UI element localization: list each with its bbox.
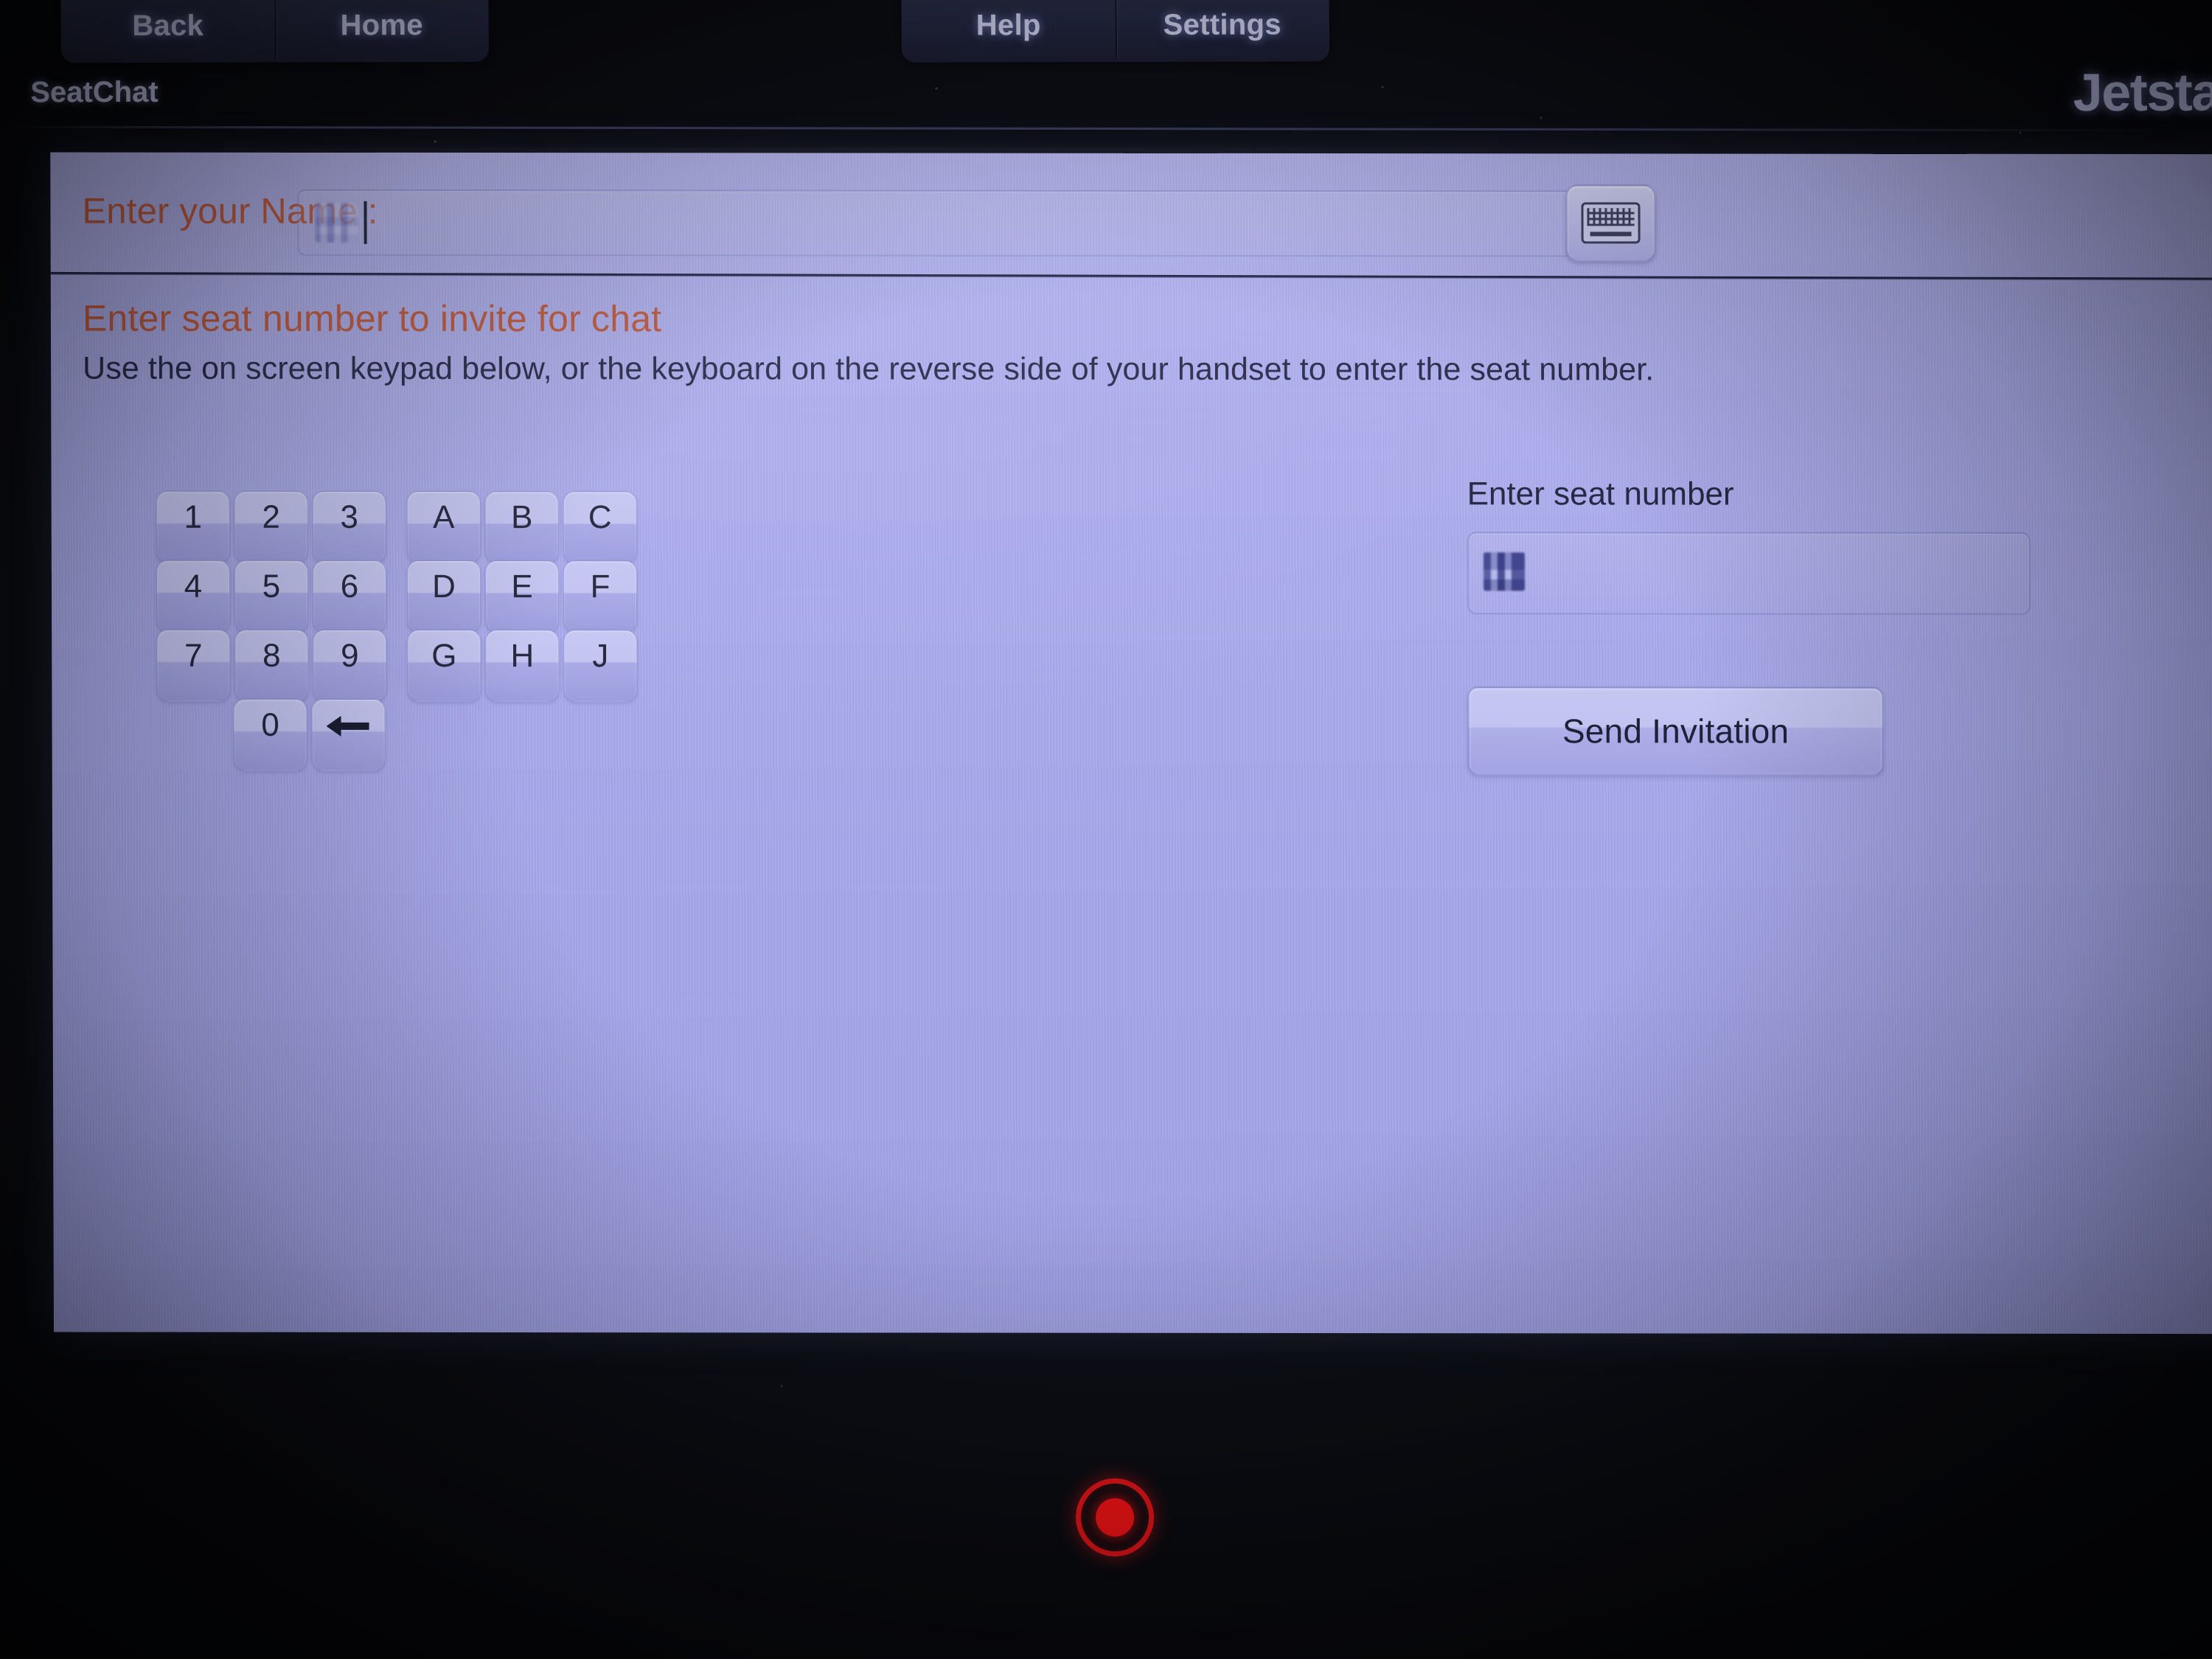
key-b-label: B (510, 499, 533, 536)
key-j-label: J (592, 638, 609, 675)
name-entry-row: Enter your Name : (50, 153, 2212, 276)
back-button-label: Back (132, 9, 204, 42)
key-2-label: 2 (262, 498, 281, 535)
keypad-row-3: 7 8 9 G H J (156, 629, 641, 703)
key-e[interactable]: E (484, 560, 560, 633)
back-button[interactable]: Back (60, 0, 275, 63)
key-3-label: 3 (340, 498, 359, 535)
on-screen-keypad: 1 2 3 A B C 4 5 6 D E F 7 8 9 G H J 0 (156, 490, 739, 771)
key-f[interactable]: F (563, 560, 638, 633)
record-indicator-dot (1095, 1498, 1135, 1537)
key-b[interactable]: B (484, 491, 559, 564)
seat-section-instruction: Use the on screen keypad below, or the k… (83, 350, 1655, 388)
key-g-label: G (431, 637, 457, 675)
key-7[interactable]: 7 (156, 629, 231, 702)
keypad-row-4: 0 (233, 698, 389, 771)
key-e-label: E (511, 568, 533, 605)
key-0[interactable]: 0 (233, 698, 307, 771)
send-invitation-button[interactable]: Send Invitation (1467, 686, 1884, 776)
key-c-label: C (588, 499, 612, 536)
name-input[interactable] (297, 189, 1595, 257)
keypad-row-2: 4 5 6 D E F (156, 560, 641, 633)
key-g[interactable]: G (407, 629, 481, 703)
settings-button-label: Settings (1163, 7, 1281, 41)
key-j[interactable]: J (563, 630, 638, 703)
key-7-label: 7 (184, 637, 203, 674)
help-button[interactable]: Help (901, 0, 1116, 63)
key-2[interactable]: 2 (234, 490, 308, 563)
key-6-label: 6 (340, 568, 359, 605)
key-d-label: D (432, 568, 456, 605)
key-h[interactable]: H (485, 630, 560, 703)
keypad-row-1: 1 2 3 A B C (156, 490, 641, 564)
key-1[interactable]: 1 (156, 490, 230, 563)
key-3[interactable]: 3 (312, 490, 386, 563)
send-invitation-label: Send Invitation (1562, 712, 1790, 751)
seat-input-label: Enter seat number (1467, 476, 1734, 512)
key-a-label: A (432, 498, 455, 536)
key-0-label: 0 (261, 706, 279, 743)
jetstar-logo: Jetstar (2073, 63, 2212, 123)
app-title: SeatChat (30, 75, 159, 109)
key-4-label: 4 (184, 568, 203, 605)
key-h-label: H (510, 638, 535, 675)
backspace-arrow-icon (326, 715, 369, 737)
seat-section-heading: Enter seat number to invite for chat (82, 297, 662, 340)
settings-button[interactable]: Settings (1115, 0, 1329, 62)
key-8-label: 8 (262, 637, 281, 674)
seat-number-input[interactable] (1467, 532, 2031, 615)
key-1-label: 1 (184, 498, 203, 535)
key-9[interactable]: 9 (313, 629, 387, 702)
home-button-label: Home (340, 8, 423, 41)
nav-divider (0, 125, 2209, 132)
nav-group-left: Back Home (60, 0, 489, 63)
keyboard-icon (1581, 202, 1641, 244)
key-f-label: F (590, 568, 611, 605)
record-indicator[interactable] (1075, 1478, 1155, 1557)
nav-group-right: Help Settings (901, 0, 1330, 63)
name-input-value-redacted (315, 202, 358, 243)
key-a[interactable]: A (406, 490, 481, 564)
seatchat-panel: Enter your Name : Enter seat number to i… (50, 152, 2212, 1335)
open-keyboard-button[interactable] (1565, 184, 1656, 262)
text-caret (364, 201, 367, 244)
key-backspace[interactable] (311, 698, 386, 771)
seat-input-value-redacted (1483, 552, 1526, 591)
key-9-label: 9 (340, 637, 359, 674)
key-8[interactable]: 8 (234, 629, 309, 702)
key-5-label: 5 (262, 568, 281, 605)
key-c[interactable]: C (563, 491, 637, 564)
home-button[interactable]: Home (274, 0, 489, 63)
key-d[interactable]: D (406, 560, 481, 633)
key-6[interactable]: 6 (312, 560, 387, 633)
handset-screen: Back Home Help Settings SeatChat Jetstar (0, 0, 2212, 1659)
help-button-label: Help (975, 8, 1041, 41)
key-4[interactable]: 4 (156, 560, 231, 633)
key-5[interactable]: 5 (234, 560, 309, 633)
handset-photo: Back Home Help Settings SeatChat Jetstar (0, 0, 2212, 1659)
